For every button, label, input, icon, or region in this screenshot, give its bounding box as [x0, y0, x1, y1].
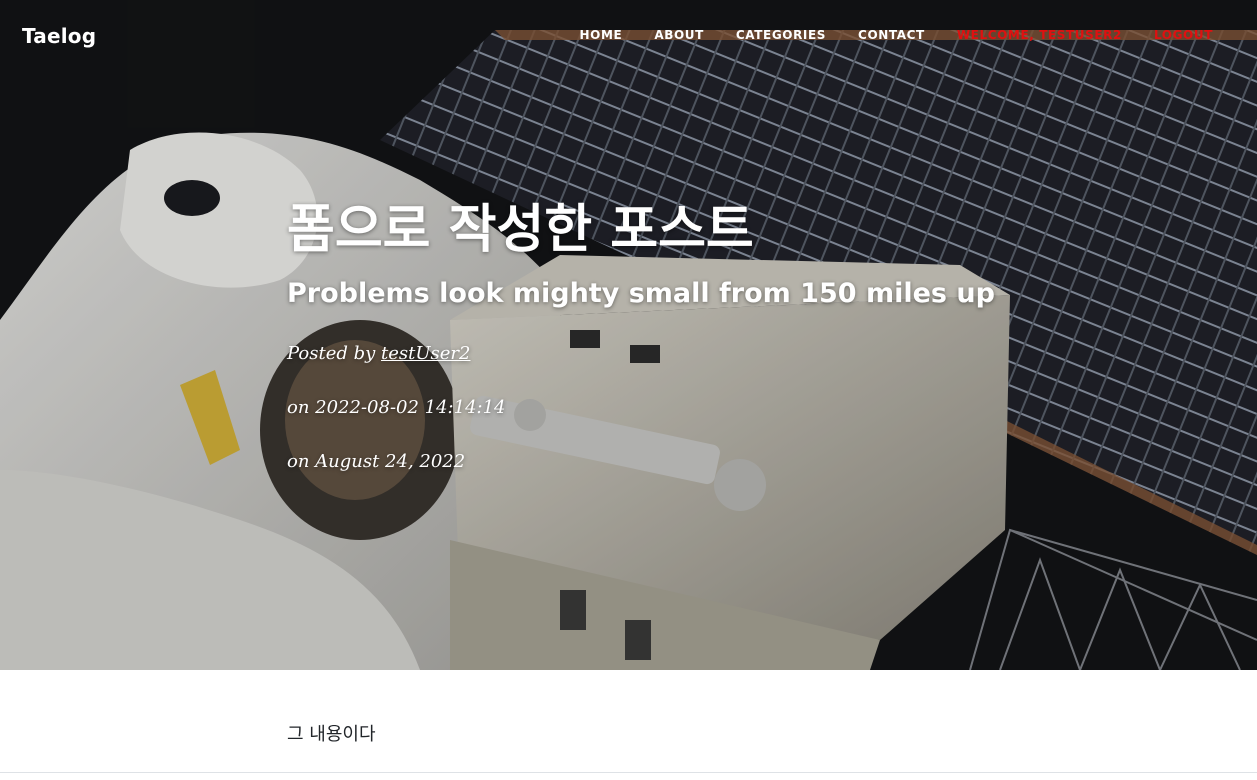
author-link[interactable]: testUser2	[381, 343, 470, 364]
masthead: Taelog HOME ABOUT CATEGORIES CONTACT WEL…	[0, 0, 1257, 670]
nav-link-contact[interactable]: CONTACT	[842, 28, 941, 42]
navbar: Taelog HOME ABOUT CATEGORIES CONTACT WEL…	[0, 0, 1257, 74]
brand-logo[interactable]: Taelog	[22, 24, 96, 48]
divider	[0, 772, 1257, 773]
post-subtitle: Problems look mighty small from 150 mile…	[287, 278, 995, 309]
nav-welcome-user[interactable]: WELCOME, TESTUSER2	[941, 28, 1138, 42]
nav-link-categories[interactable]: CATEGORIES	[720, 28, 842, 42]
post-heading: 폼으로 작성한 포스트 Problems look mighty small f…	[287, 190, 1047, 474]
posted-by-label: Posted by	[287, 343, 376, 364]
nav-link-logout[interactable]: LOGOUT	[1138, 28, 1229, 42]
nav-link-home[interactable]: HOME	[564, 28, 639, 42]
post-title: 폼으로 작성한 포스트	[287, 200, 754, 260]
nav-menu: HOME ABOUT CATEGORIES CONTACT WELCOME, T…	[564, 28, 1229, 42]
post-meta-author: Posted by testUser2	[287, 342, 1047, 366]
post-body: 그 내용이다	[287, 724, 376, 745]
post-meta-created: on 2022-08-02 14:14:14	[287, 397, 506, 418]
nav-link-about[interactable]: ABOUT	[638, 28, 720, 42]
post-meta-date: on August 24, 2022	[287, 451, 466, 472]
